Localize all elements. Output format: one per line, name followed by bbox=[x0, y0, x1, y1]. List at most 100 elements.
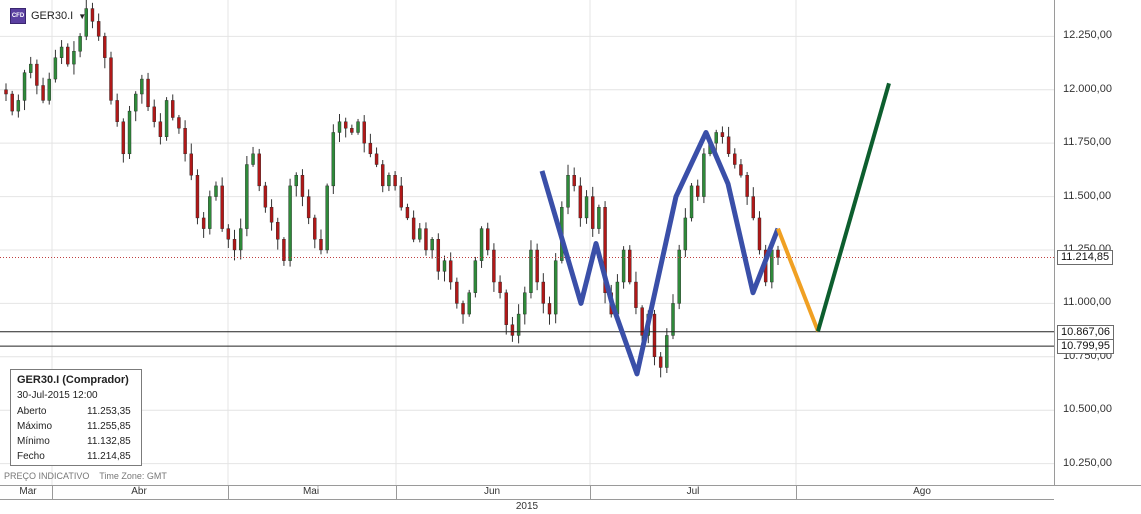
candle-body bbox=[146, 78, 150, 108]
candle-body bbox=[300, 174, 305, 197]
month-label: Mar bbox=[19, 486, 37, 497]
candle-body bbox=[671, 303, 675, 336]
ohlc-info-box: GER30.I (Comprador) 30-Jul-2015 12:00 Ab… bbox=[10, 369, 142, 466]
candle-body bbox=[720, 132, 725, 137]
candle-body bbox=[331, 132, 336, 187]
month-separator bbox=[796, 486, 797, 499]
candle-body bbox=[152, 106, 156, 122]
candle-body bbox=[430, 239, 434, 251]
candle-body bbox=[183, 127, 187, 155]
candle-body bbox=[696, 185, 700, 197]
candle-body bbox=[22, 72, 27, 101]
candle-body bbox=[177, 117, 181, 129]
candle-body bbox=[665, 335, 669, 368]
candle-body bbox=[689, 185, 694, 219]
candle-body bbox=[115, 100, 119, 122]
candle-body bbox=[529, 249, 533, 293]
year-label: 2015 bbox=[515, 501, 539, 512]
candle-body bbox=[702, 153, 706, 197]
candle-body bbox=[424, 228, 428, 251]
candle-body bbox=[448, 260, 453, 283]
price-axis[interactable]: 12.250,00 12.000,00 11.750,00 11.500,00 … bbox=[1054, 0, 1141, 485]
candle-body bbox=[683, 217, 688, 251]
candle-body bbox=[634, 281, 638, 308]
candle-body bbox=[171, 100, 175, 118]
candle-body bbox=[628, 249, 632, 283]
month-separator bbox=[590, 486, 591, 499]
price-tick: 11.750,00 bbox=[1063, 136, 1112, 149]
candle-body bbox=[726, 136, 731, 155]
month-label: Jun bbox=[483, 486, 501, 497]
candle-body bbox=[356, 121, 360, 133]
candle-body bbox=[325, 185, 329, 251]
candle-body bbox=[29, 63, 33, 73]
chevron-down-icon[interactable]: ▼ bbox=[78, 12, 86, 21]
candle-body bbox=[739, 164, 743, 176]
candle-body bbox=[214, 185, 218, 197]
chart-plot-area[interactable]: CFD GER30.I ▼ GER30.I (Comprador) 30-Jul… bbox=[0, 0, 1054, 485]
candle-body bbox=[66, 46, 70, 65]
candle-body bbox=[461, 303, 465, 315]
time-axis[interactable]: Mar Abr Mai Jun Jul Ago 2015 bbox=[0, 485, 1141, 514]
candle-body bbox=[238, 228, 243, 251]
candle-body bbox=[652, 313, 657, 358]
price-chart[interactable] bbox=[0, 0, 1054, 485]
candle-body bbox=[504, 292, 508, 325]
candle-body bbox=[362, 121, 366, 144]
month-label: Mai bbox=[302, 486, 320, 497]
candle-body bbox=[306, 196, 311, 219]
candle-body bbox=[578, 185, 583, 219]
timezone-label: Time Zone: GMT bbox=[99, 471, 167, 481]
month-label: Abr bbox=[131, 486, 147, 497]
candle-body bbox=[313, 217, 317, 240]
candle-body bbox=[90, 8, 95, 22]
candle-body bbox=[621, 249, 626, 283]
candle-body bbox=[133, 93, 138, 112]
candle-body bbox=[405, 207, 410, 219]
candle-body bbox=[535, 249, 539, 283]
candle-body bbox=[350, 127, 354, 133]
candle-body bbox=[640, 307, 644, 336]
candle-body bbox=[47, 78, 51, 101]
candle-body bbox=[59, 46, 64, 58]
candle-body bbox=[745, 174, 749, 197]
candle-body bbox=[584, 196, 589, 219]
symbol-selector[interactable]: CFD GER30.I ▼ bbox=[10, 8, 86, 24]
candle-body bbox=[479, 228, 484, 261]
price-tick: 12.250,00 bbox=[1063, 29, 1112, 42]
candle-body bbox=[572, 174, 576, 187]
candle-body bbox=[442, 260, 447, 272]
candle-body bbox=[498, 281, 502, 293]
price-tick: 10.500,00 bbox=[1063, 403, 1112, 416]
candle-body bbox=[393, 174, 397, 187]
candle-body bbox=[714, 132, 718, 144]
candle-body bbox=[226, 228, 231, 240]
candle-body bbox=[467, 292, 471, 315]
candle-body bbox=[158, 121, 163, 137]
candle-body bbox=[523, 292, 527, 315]
candle-body bbox=[16, 100, 21, 112]
candle-body bbox=[319, 239, 323, 251]
support-price-tag: 10.799,95 bbox=[1057, 339, 1114, 355]
projection-down-line bbox=[776, 227, 820, 332]
candle-body bbox=[269, 207, 274, 223]
candle-body bbox=[263, 185, 268, 208]
candle-body bbox=[381, 164, 385, 187]
candle-body bbox=[294, 174, 298, 187]
candle-body bbox=[220, 185, 224, 229]
symbol-name: GER30.I bbox=[31, 10, 74, 22]
candle-body bbox=[751, 196, 755, 219]
candle-body bbox=[455, 281, 459, 304]
candle-body bbox=[411, 217, 416, 240]
candle-body bbox=[35, 63, 39, 86]
candle-body bbox=[201, 217, 206, 229]
candle-body bbox=[245, 164, 249, 229]
candle-body bbox=[343, 121, 348, 129]
candle-body bbox=[140, 78, 144, 95]
candle-body bbox=[368, 142, 373, 155]
candle-body bbox=[41, 85, 45, 101]
candle-body bbox=[276, 222, 280, 240]
candle-body bbox=[566, 174, 570, 208]
candle-body bbox=[757, 217, 762, 251]
info-title: GER30.I (Comprador) bbox=[17, 374, 129, 386]
